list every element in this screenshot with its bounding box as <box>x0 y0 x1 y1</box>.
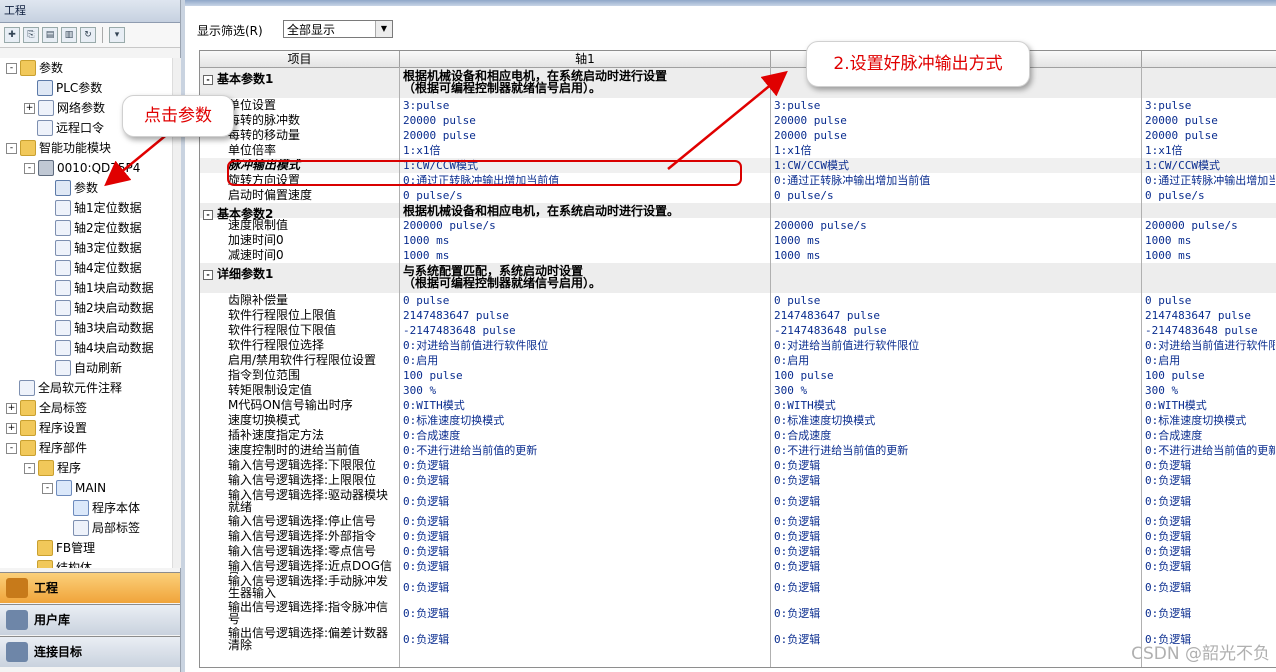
arrow-to-callout <box>667 70 788 170</box>
arrow-to-parameter <box>104 131 171 187</box>
watermark: CSDN @韶光不负 <box>1131 644 1270 664</box>
callout-click-parameter: 点击参数 <box>122 95 234 137</box>
callout-set-pulse-output: 2.设置好脉冲输出方式 <box>806 41 1030 87</box>
